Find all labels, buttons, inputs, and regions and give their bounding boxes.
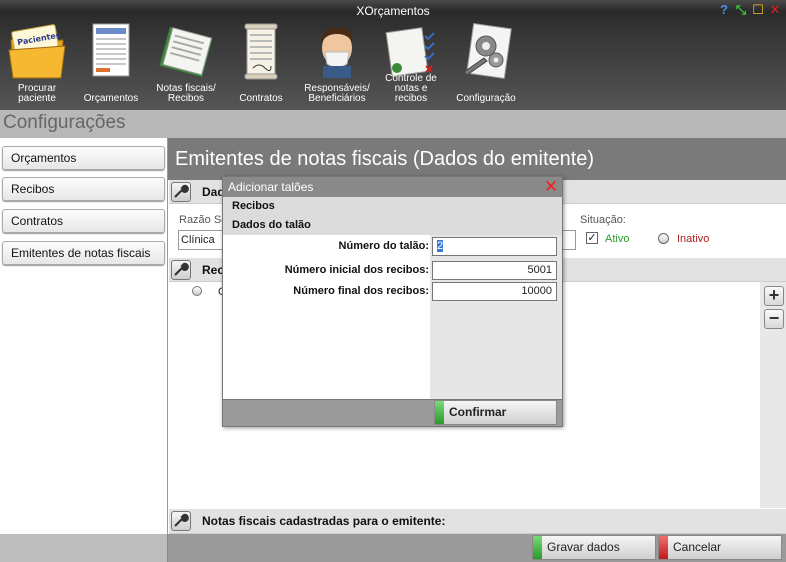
notas-section-label: Notas fiscais cadastradas para o emitent…: [202, 514, 446, 528]
patients-folder-icon: Pacientes: [8, 24, 66, 79]
cancel-stripe: [659, 536, 668, 559]
window-controls: ? ⤡ ☐ ✕: [717, 3, 782, 17]
toolbar-label: paciente: [18, 93, 56, 104]
add-button[interactable]: +: [764, 286, 784, 306]
inativo-label: Inativo: [677, 233, 710, 245]
notas-section-bar: Notas fiscais cadastradas para o emitent…: [169, 509, 786, 534]
toolbar-label: Contratos: [239, 93, 283, 104]
main-title: Emitentes de notas fiscais (Dados do emi…: [175, 148, 595, 170]
bottom-bar-left: [0, 534, 168, 562]
numero-talao-label: Número do talão:: [338, 240, 429, 252]
contract-scroll-icon: [244, 23, 278, 80]
list-item-radio[interactable]: [192, 286, 202, 296]
dialog-title: Adicionar talões ✕: [223, 177, 562, 197]
numero-talao-input[interactable]: 2: [432, 237, 557, 256]
toolbar-responsaveis-beneficiarios[interactable]: Responsáveis/ Beneficiários: [300, 22, 374, 108]
numero-talao-value: 2: [437, 240, 444, 252]
toolbar-label: recibos: [394, 93, 428, 104]
app-title: XOrçamentos: [356, 4, 430, 18]
remove-button[interactable]: −: [764, 309, 784, 329]
sidebar-item-emitentes[interactable]: Emitentes de notas fiscais: [2, 241, 165, 265]
main-header: Emitentes de notas fiscais (Dados do emi…: [168, 138, 786, 180]
toolbar-controle-notas-recibos[interactable]: Controle de notas e recibos: [380, 22, 442, 108]
recibos-section-label: Rec: [202, 263, 225, 277]
sidebar-item-recibos[interactable]: Recibos: [2, 177, 165, 201]
toolbar-label: Configuração: [456, 93, 516, 104]
save-button[interactable]: Gravar dados: [532, 535, 656, 560]
add-taloes-dialog: Adicionar talões ✕ Recibos Dados do talã…: [222, 176, 563, 427]
toolbar-label: Orçamentos: [83, 93, 139, 104]
toolbar-label: Recibos: [167, 93, 205, 104]
razao-social-input[interactable]: Clínica: [178, 230, 228, 250]
close-icon[interactable]: ✕: [543, 178, 559, 195]
confirm-button[interactable]: Confirmar: [434, 400, 557, 425]
save-stripe: [533, 536, 542, 559]
toolbar-notas-fiscais-recibos[interactable]: Notas fiscais/ Recibos: [150, 22, 222, 108]
maximize-icon[interactable]: ☐: [751, 3, 765, 17]
dialog-body-right: [430, 235, 562, 399]
numero-inicial-label: Número inicial dos recibos:: [284, 264, 429, 276]
settings-gears-icon: [463, 23, 512, 79]
cancel-label: Cancelar: [673, 540, 722, 554]
wrench-icon[interactable]: [171, 182, 191, 202]
confirm-label: Confirmar: [449, 405, 507, 419]
wrench-icon[interactable]: [171, 511, 191, 531]
dialog-subtitle-recibos: Recibos: [223, 197, 562, 216]
top-toolbar: XOrçamentos ? ⤡ ☐ ✕ Pacientes Procurar p…: [0, 0, 786, 110]
page-title: Configurações: [3, 112, 126, 133]
inativo-radio[interactable]: [658, 233, 669, 244]
numero-final-label: Número final dos recibos:: [293, 285, 429, 297]
ativo-checkbox[interactable]: ✓: [586, 232, 598, 244]
toolbar-contratos[interactable]: Contratos: [232, 22, 290, 108]
restore-icon[interactable]: ⤡: [734, 3, 748, 17]
ativo-label: Ativo: [605, 233, 630, 245]
budget-document-icon: [92, 23, 130, 77]
razao-social-label: Razão Se: [179, 214, 228, 226]
save-label: Gravar dados: [547, 540, 620, 554]
sidebar: Orçamentos Recibos Contratos Emitentes d…: [0, 138, 168, 534]
toolbar-configuracao[interactable]: Configuração: [452, 22, 520, 108]
help-icon[interactable]: ?: [717, 3, 731, 17]
numero-inicial-input[interactable]: 5001: [432, 261, 557, 280]
section-header: Configurações: [0, 110, 786, 138]
sidebar-item-contratos[interactable]: Contratos: [2, 209, 165, 233]
invoice-clipboard-icon: [159, 26, 213, 78]
close-icon[interactable]: ✕: [768, 3, 782, 17]
field-input-partial[interactable]: [561, 230, 576, 250]
toolbar-procurar-paciente[interactable]: Pacientes Procurar paciente: [3, 22, 71, 108]
toolbar-orcamentos[interactable]: Orçamentos: [78, 22, 144, 108]
dialog-title-text: Adicionar talões: [228, 180, 314, 194]
person-mask-icon: [321, 27, 353, 78]
situacao-label: Situação:: [580, 214, 626, 226]
dialog-subtitle-dados: Dados do talão: [223, 216, 562, 235]
cancel-button[interactable]: Cancelar: [658, 535, 782, 560]
confirm-stripe: [435, 401, 444, 424]
sidebar-item-orcamentos[interactable]: Orçamentos: [2, 146, 165, 170]
toolbar-label: Beneficiários: [308, 93, 366, 104]
numero-final-input[interactable]: 10000: [432, 282, 557, 301]
list-actions: + −: [760, 282, 786, 508]
wrench-icon[interactable]: [171, 260, 191, 280]
